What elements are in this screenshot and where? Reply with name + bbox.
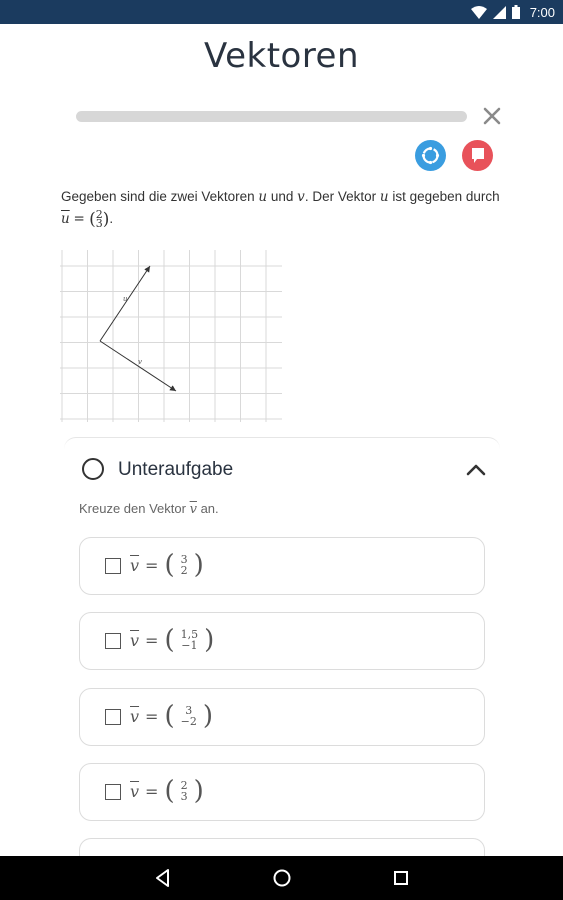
wifi-icon <box>470 5 487 19</box>
option-checkbox[interactable] <box>105 633 121 649</box>
back-icon[interactable] <box>150 865 176 891</box>
home-icon[interactable] <box>269 865 295 891</box>
option-expression: v = (3 −2) <box>130 701 213 731</box>
subtask-instruction: Kreuze den Vektor v an. <box>79 501 219 517</box>
subtask-title: Unteraufgabe <box>118 459 234 480</box>
option-expression: v = (3 2) <box>130 550 204 580</box>
sync-icon <box>421 146 440 165</box>
signal-icon <box>492 5 506 19</box>
u-vector: 23 <box>95 208 103 231</box>
vector-figure: u v <box>60 250 282 422</box>
option-expression: v = (1,5 −1) <box>130 625 215 655</box>
status-time: 7:00 <box>529 4 555 20</box>
sync-button[interactable] <box>415 140 446 171</box>
flag-button[interactable] <box>462 140 493 171</box>
label-u: u <box>123 295 128 303</box>
option-checkbox[interactable] <box>105 709 121 725</box>
option-4[interactable]: v = (2 3) <box>79 763 485 821</box>
subtask-radio[interactable] <box>82 458 104 480</box>
status-bar: 7:00 <box>0 0 563 24</box>
vector-u <box>99 265 151 342</box>
option-expression: v = (2 3) <box>130 776 204 806</box>
option-3[interactable]: v = (3 −2) <box>79 688 485 746</box>
flag-icon <box>472 148 484 163</box>
battery-icon <box>511 5 520 19</box>
option-checkbox[interactable] <box>105 558 121 574</box>
navigation-bar <box>0 856 563 900</box>
label-v: v <box>138 358 142 366</box>
option-checkbox[interactable] <box>105 784 121 800</box>
chevron-up-icon[interactable] <box>463 458 489 480</box>
close-icon[interactable] <box>480 104 504 128</box>
page-title: Vektoren <box>203 36 360 76</box>
recents-icon[interactable] <box>388 865 414 891</box>
status-icons: 7:00 <box>470 0 555 24</box>
progress-bar <box>76 111 467 122</box>
option-1[interactable]: v = (3 2) <box>79 537 485 595</box>
question-text: Gegeben sind die zwei Vektoren u und v. … <box>61 189 500 231</box>
option-2[interactable]: v = (1,5 −1) <box>79 612 485 670</box>
